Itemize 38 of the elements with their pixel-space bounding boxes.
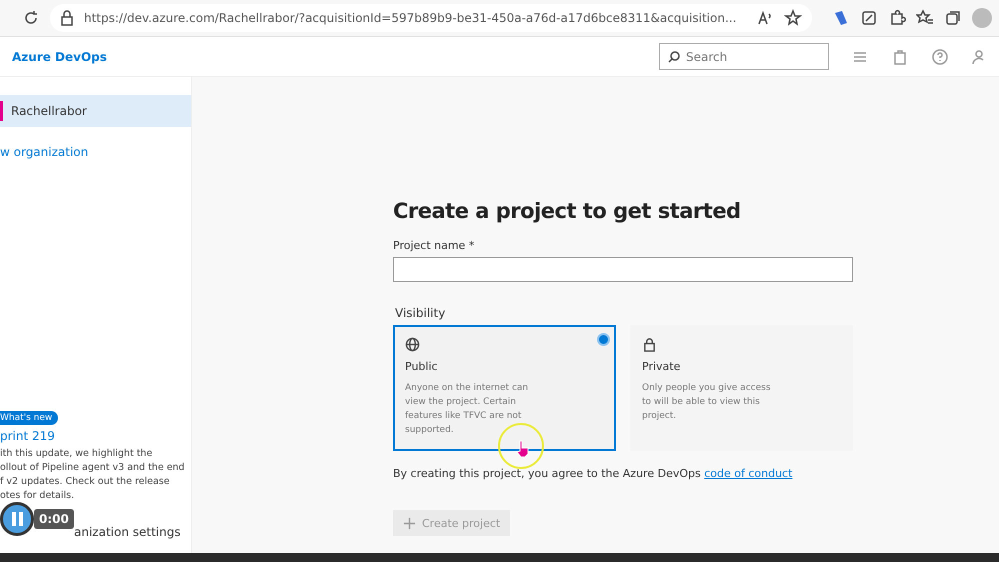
whats-new-badge: What's new (0, 411, 58, 425)
star-plus-icon[interactable] (784, 9, 802, 27)
agreement-text: By creating this project, you agree to the Azure DevOps (393, 467, 701, 480)
option-description: Anyone on the internet can view the project. Certain features like TFVC are not supported. (405, 382, 530, 437)
organization-item[interactable]: Rachellrabor (0, 95, 191, 127)
url-text: https://dev.azure.com/Rachellrabor/?acquisitionId=597b89b9-be31-450a-a76d-a17d6bce8311&acquisition... (84, 11, 736, 25)
search-field[interactable]: Search (659, 43, 829, 70)
option-title: Private (642, 360, 682, 373)
plus-icon (403, 516, 416, 530)
option-description: Only people you give access to will be able to view this project. (642, 382, 772, 423)
collections-icon[interactable] (944, 9, 962, 27)
visibility-option-card[interactable]: Public Anyone on the internet can view the project. Certain features like TFVC are not supported. (393, 325, 616, 451)
release-notes-line: ith this update, we highlight the (0, 447, 154, 461)
visibility-label: Visibility (395, 306, 446, 320)
page-title: Create a project to get started (393, 199, 742, 223)
release-notes-line: f v2 updates. Check out the release (0, 475, 171, 489)
release-title[interactable]: print 219 (0, 429, 191, 443)
radio-button[interactable] (597, 333, 610, 346)
new-organization-link[interactable]: w organization (0, 145, 191, 159)
video-time: 0:00 (34, 509, 74, 529)
code-of-conduct-link[interactable]: code of conduct (704, 467, 792, 480)
project-name-label: Project name * (393, 239, 476, 252)
organization-settings-link[interactable]: anization settings (74, 525, 191, 539)
help-icon[interactable] (931, 48, 949, 66)
search-icon (667, 50, 681, 64)
visibility-option-card[interactable]: Private Only people you give access to will be able to view this project. (630, 325, 853, 451)
hand-cursor-icon (516, 440, 530, 458)
send-icon[interactable] (860, 9, 878, 27)
option-title: Public (405, 360, 439, 373)
release-notes-line: otes for details. (0, 489, 76, 503)
globe-icon (405, 337, 420, 352)
release-notes-line: ollout of Pipeline agent v3 and the end (0, 461, 186, 475)
lock-icon (642, 337, 657, 352)
favorites-icon[interactable] (916, 9, 934, 27)
project-name-field[interactable] (393, 257, 853, 282)
address-bar[interactable]: https://dev.azure.com/Rachellrabor/?acquisitionId=597b89b9-be31-450a-a76d-a17d6bce8311&acquisition... (50, 4, 812, 32)
brand-name[interactable]: Azure DevOps (12, 50, 107, 64)
lock-icon (60, 9, 74, 27)
